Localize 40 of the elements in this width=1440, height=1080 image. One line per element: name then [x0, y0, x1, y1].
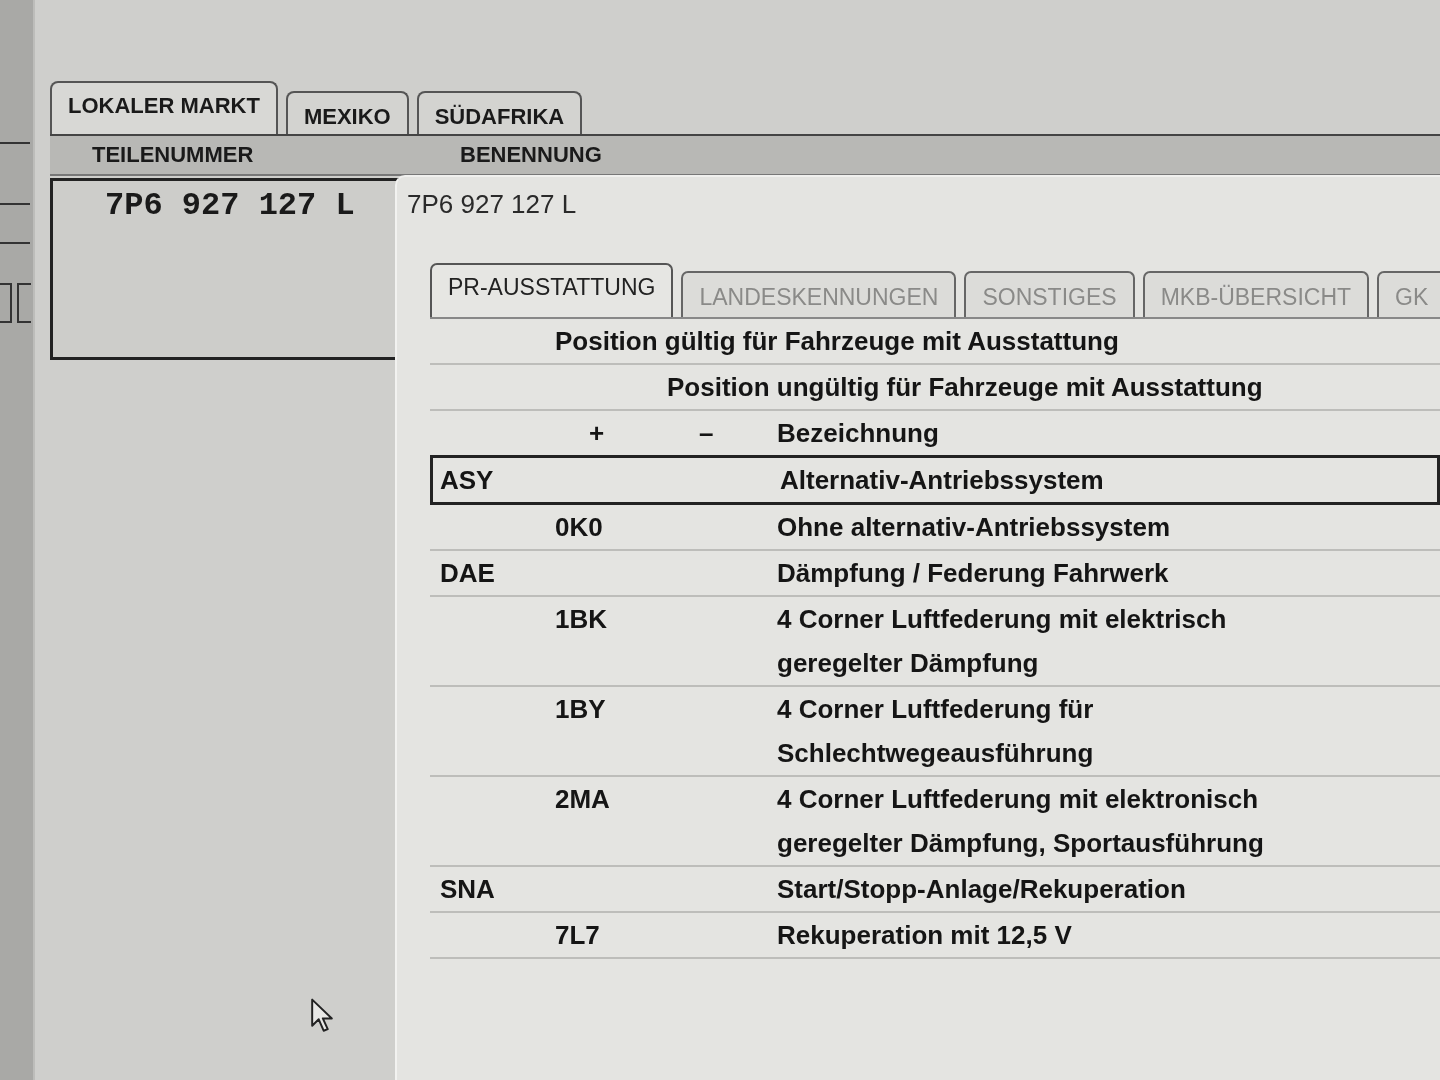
table-row[interactable]: 7L7 Rekuperation mit 12,5 V	[430, 913, 1440, 959]
table-cell-text: 2MA	[555, 783, 611, 816]
table-row[interactable]: DAE Dämpfung / Federung Fahrwerk	[430, 551, 1440, 597]
partial-control	[0, 283, 12, 323]
column-header: –	[699, 417, 714, 450]
table-row[interactable]: 0K0 Ohne alternativ-Antriebssystem	[430, 505, 1440, 551]
column-header: Position ungültig für Fahrzeuge mit Ausstattung	[667, 371, 1264, 404]
part-number: 7P6 927 127 L	[407, 189, 578, 220]
table-cell-text: Alternativ-Antriebssystem	[780, 464, 1105, 497]
table-cell-text: Ohne alternativ-Antriebssystem	[777, 511, 1171, 544]
table-row[interactable]: ASY Alternativ-Antriebssystem	[430, 455, 1440, 505]
table-cell-text: 4 Corner Luftfederung mit elektronisch geregelter Dämpfung, Sportausführung	[777, 783, 1265, 860]
table-cell-text: 0K0	[555, 511, 604, 544]
column-header: BENENNUNG	[459, 142, 602, 168]
table-row[interactable]: SNA Start/Stopp-Anlage/Rekuperation	[430, 867, 1440, 913]
table-cell-text: Dämpfung / Federung Fahrwerk	[777, 557, 1170, 590]
market-tab[interactable]: SÜDAFRIKA	[416, 91, 583, 134]
table-cell-text: Start/Stopp-Anlage/Rekuperation	[777, 873, 1187, 906]
table-cell-text: DAE	[439, 557, 496, 590]
mouse-pointer-icon	[310, 998, 334, 1034]
table-cell-text: 4 Corner Luftfederung für Schlechtwegeausführung	[777, 693, 1095, 770]
table-row[interactable]: 2MA 4 Corner Luftfederung mit elektronisch geregelter Dämpfung, Sportausführung	[430, 777, 1440, 867]
table-cell-text: 4 Corner Luftfederung mit elektrisch geregelter Dämpfung	[777, 603, 1228, 680]
table-row[interactable]: 1BY 4 Corner Luftfederung für Schlechtwegeausführung	[430, 687, 1440, 777]
column-header: TEILENUMMER	[92, 142, 255, 168]
table-cell-text: ASY	[439, 464, 495, 497]
part-number[interactable]: 7P6 927 127 L	[105, 187, 355, 224]
column-header: Position gültig für Fahrzeuge mit Ausstattung	[555, 325, 1120, 358]
column-header: +	[589, 417, 605, 450]
table-cell-text: 1BK	[555, 603, 608, 636]
table-cell-text: Rekuperation mit 12,5 V	[777, 919, 1073, 952]
tab[interactable]: PR-AUSSTATTUNG	[430, 263, 674, 317]
table-cell-text: 7L7	[555, 919, 601, 952]
market-tab[interactable]: LOKALER MARKT	[50, 81, 278, 134]
table-cell-text: SNA	[439, 873, 496, 906]
partial-control	[17, 283, 31, 323]
market-tab[interactable]: MEXIKO	[285, 91, 409, 134]
table-cell-text: 1BY	[555, 693, 607, 726]
table-row[interactable]: 1BK 4 Corner Luftfederung mit elektrisch geregelter Dämpfung	[430, 597, 1440, 687]
column-header: Bezeichnung	[777, 417, 940, 450]
